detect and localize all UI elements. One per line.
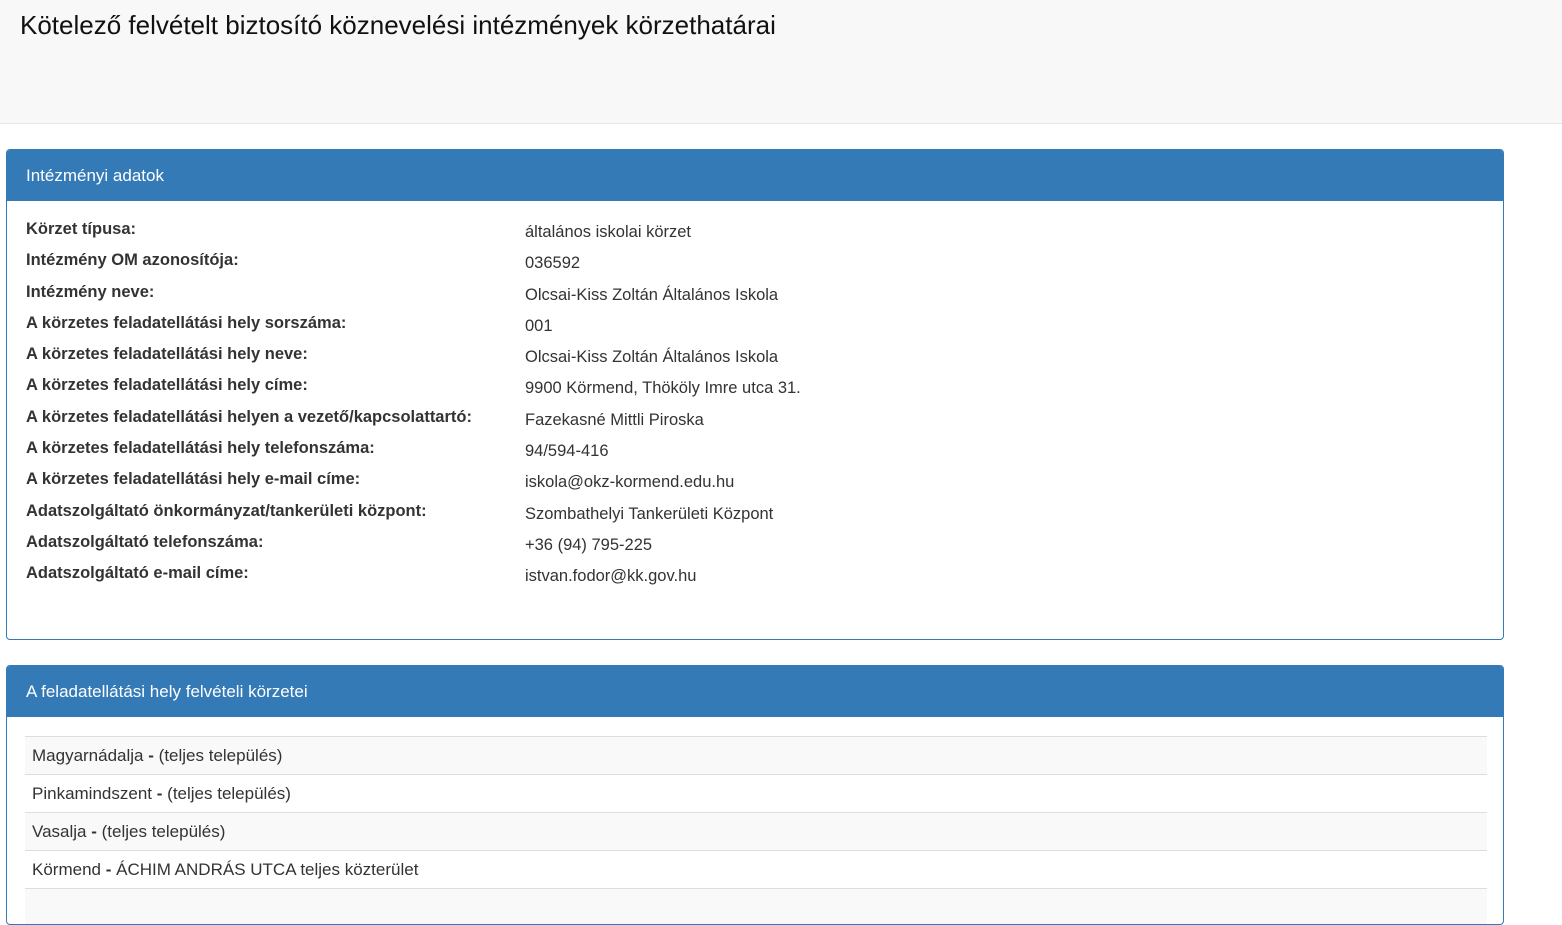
info-label: Intézmény OM azonosítója: — [26, 251, 239, 270]
institution-panel-heading: Intézményi adatok — [7, 150, 1503, 201]
district-item — [25, 888, 1487, 924]
info-value: általános iskolai körzet — [525, 223, 691, 241]
info-label: Körzet típusa: — [26, 220, 137, 238]
info-label: A körzetes feladatellátási hely telefons… — [26, 439, 375, 458]
district-scope: (teljes település) — [167, 784, 291, 803]
district-separator: - — [148, 746, 154, 765]
district-separator: - — [156, 784, 163, 803]
info-row: A körzetes feladatellátási helyen a veze… — [26, 408, 1226, 439]
info-value: Olcsai-Kiss Zoltán Általános Iskola — [525, 348, 779, 367]
info-value: Olcsai-Kiss Zoltán Általános Iskola — [525, 285, 779, 304]
info-value: 036592 — [525, 254, 581, 273]
district-scope: (teljes település) — [158, 746, 283, 765]
info-row: Adatszolgáltató önkormányzat/tankerületi… — [26, 502, 1226, 533]
district-place: Vasalja — [32, 822, 87, 841]
district-place: Körmend — [32, 860, 101, 879]
info-row: Intézmény neve: Olcsai-Kiss Zoltán Által… — [26, 283, 1226, 314]
district-item: Pinkamindszent - (teljes település) — [25, 774, 1487, 812]
info-value: Szombathelyi Tankerületi Központ — [525, 504, 774, 523]
info-row: Adatszolgáltató telefonszáma: +36 (94) 7… — [26, 533, 1226, 564]
info-label: A körzetes feladatellátási helyen a veze… — [26, 407, 472, 426]
district-place: Pinkamindszent — [32, 784, 153, 803]
info-label: Intézmény neve: — [26, 282, 155, 301]
info-row: A körzetes feladatellátási hely sorszáma… — [26, 314, 1226, 345]
info-value: istvan.fodor@kk.gov.hu — [525, 567, 697, 586]
info-label: A körzetes feladatellátási hely neve: — [26, 345, 308, 364]
info-label: A körzetes feladatellátási hely címe: — [26, 376, 308, 395]
district-item: Körmend - ÁCHIM ANDRÁS UTCA teljes közte… — [25, 850, 1487, 888]
district-list: Magyarnádalja - (teljes település) Pinka… — [25, 736, 1487, 924]
districts-panel-heading: A feladatellátási hely felvételi körzete… — [7, 666, 1503, 717]
info-label: Adatszolgáltató önkormányzat/tankerületi… — [26, 501, 427, 520]
page-header: Kötelező felvételt biztosító köznevelési… — [0, 0, 1562, 124]
page-title: Kötelező felvételt biztosító köznevelési… — [20, 10, 776, 40]
district-place: Magyarnádalja — [32, 746, 144, 765]
info-value: 001 — [525, 316, 553, 335]
info-row: A körzetes feladatellátási hely címe: 99… — [26, 376, 1226, 407]
info-row: A körzetes feladatellátási hely telefons… — [26, 439, 1226, 470]
info-label: Adatszolgáltató e-mail címe: — [26, 564, 249, 583]
info-value: Fazekasné Mittli Piroska — [525, 410, 704, 429]
info-row: Adatszolgáltató e-mail címe: istvan.fodo… — [26, 564, 1226, 595]
district-separator: - — [91, 822, 97, 841]
district-item: Vasalja - (teljes település) — [25, 812, 1487, 850]
districts-panel: A feladatellátási hely felvételi körzete… — [6, 665, 1504, 925]
info-row: A körzetes feladatellátási hely e-mail c… — [26, 470, 1226, 501]
info-value: iskola@okz-kormend.edu.hu — [525, 473, 735, 492]
info-row: Körzet típusa: általános iskolai körzet — [26, 220, 1226, 251]
info-value: 94/594-416 — [525, 442, 609, 461]
info-label: Adatszolgáltató telefonszáma: — [26, 532, 264, 551]
district-separator: - — [105, 860, 112, 879]
info-value: 9900 Körmend, Thököly Imre utca 31. — [525, 379, 801, 398]
district-item: Magyarnádalja - (teljes település) — [25, 736, 1487, 774]
institution-info-table: Körzet típusa: általános iskolai körzet … — [26, 220, 1226, 596]
info-label: A körzetes feladatellátási hely sorszáma… — [26, 313, 347, 332]
info-label: A körzetes feladatellátási hely e-mail c… — [26, 470, 361, 489]
info-value: +36 (94) 795-225 — [525, 535, 653, 554]
institution-data-panel: Intézményi adatok Körzet típusa: általán… — [6, 149, 1504, 640]
district-scope: ÁCHIM ANDRÁS UTCA teljes közterület — [116, 860, 419, 879]
info-row: Intézmény OM azonosítója: 036592 — [26, 251, 1226, 282]
district-scope: (teljes település) — [101, 822, 226, 841]
info-row: A körzetes feladatellátási hely neve: Ol… — [26, 345, 1226, 376]
